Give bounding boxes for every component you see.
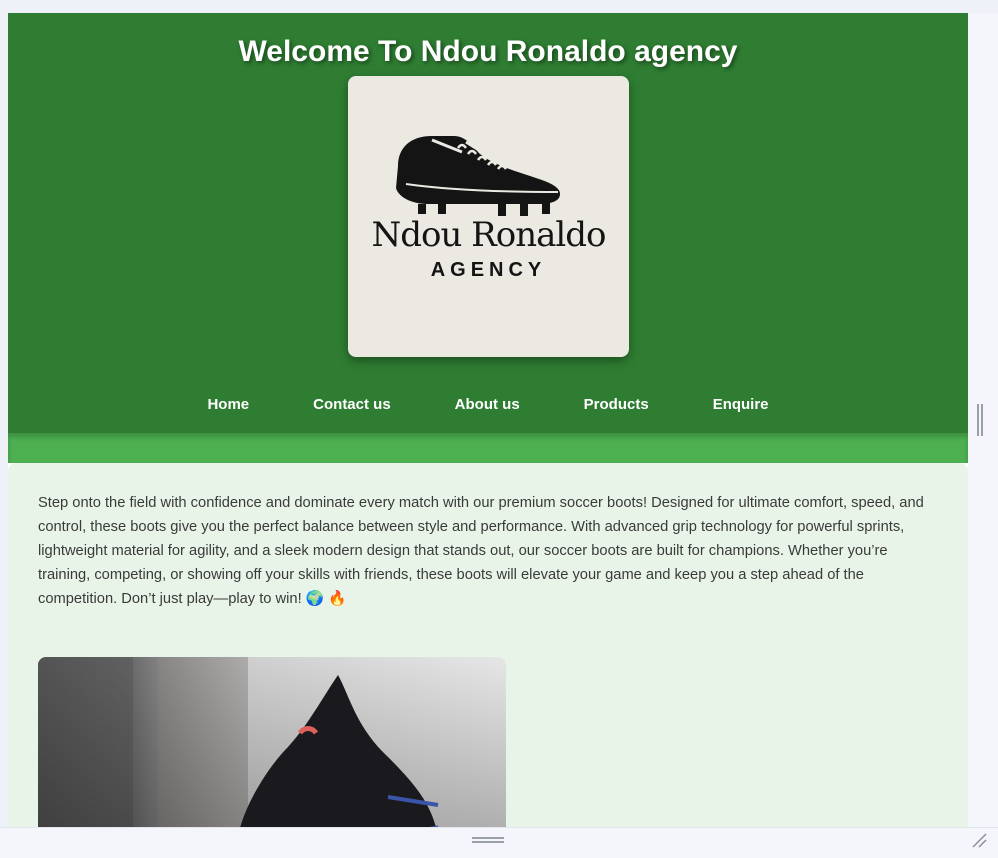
nav-enquire[interactable]: Enquire — [713, 393, 769, 417]
soccer-boot-photo — [38, 657, 506, 827]
logo-tagline: AGENCY — [430, 259, 547, 281]
nav-products[interactable]: Products — [584, 393, 649, 417]
page-title: Welcome To Ndou Ronaldo agency — [238, 35, 738, 68]
logo-name: Ndou Ronaldo — [371, 215, 606, 255]
soccer-boot-icon — [396, 136, 560, 216]
intro-paragraph: Step onto the field with confidence and … — [38, 495, 924, 607]
nav-contact-us[interactable]: Contact us — [313, 393, 391, 417]
vertical-scrollbar[interactable] — [968, 13, 998, 827]
header-band — [8, 433, 968, 463]
site-header: Welcome To Ndou Ronaldo agency Ndou Rona… — [8, 13, 968, 433]
resize-grip-icon[interactable] — [970, 831, 988, 849]
main-nav: Home Contact us About us Products Enquir… — [8, 393, 968, 417]
main-content: Step onto the field with confidence and … — [8, 463, 968, 827]
product-photo — [38, 657, 506, 827]
logo: Ndou Ronaldo AGENCY — [348, 76, 629, 357]
horizontal-resize-handle[interactable] — [472, 837, 504, 843]
vertical-resize-handle[interactable] — [977, 404, 983, 436]
nav-home[interactable]: Home — [207, 393, 249, 417]
browser-viewport: Welcome To Ndou Ronaldo agency Ndou Rona… — [8, 13, 968, 827]
nav-about-us[interactable]: About us — [455, 393, 520, 417]
